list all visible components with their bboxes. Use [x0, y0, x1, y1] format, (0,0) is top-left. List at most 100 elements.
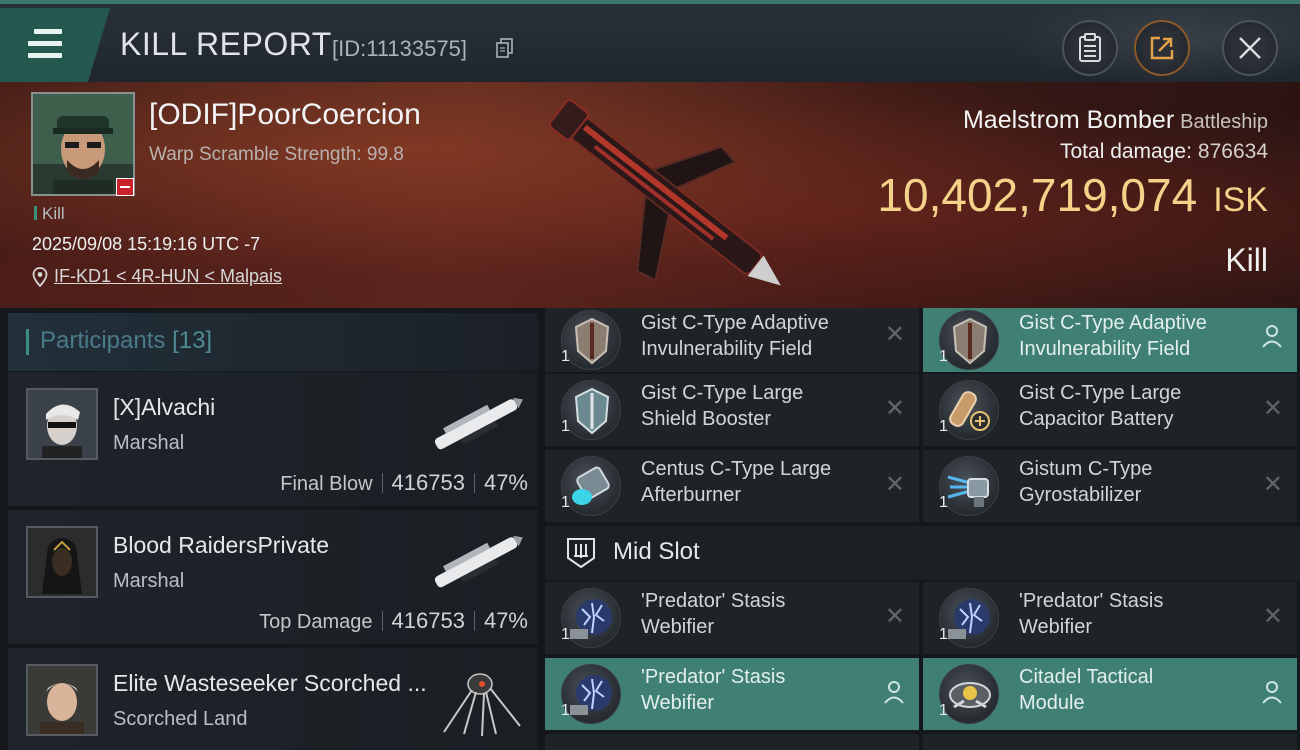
- module-name: Citadel Tactical Module: [1019, 666, 1154, 714]
- result-tag: Kill: [34, 204, 65, 224]
- participant-percent: 47%: [483, 608, 528, 633]
- participants-label: Participants: [40, 327, 166, 354]
- header-accent-bar: [26, 329, 29, 355]
- participant-stats: Final Blow 416753 47%: [280, 470, 528, 496]
- module-name: Gist C-Type Large Capacitor Battery: [1019, 382, 1182, 430]
- ship-thumbnail-icon: [434, 535, 523, 588]
- participants-title: Participants [13]: [40, 327, 212, 355]
- module-qty: 1: [561, 702, 570, 719]
- module-slot[interactable]: 1 Gist C-Type Large Shield Booster ✕: [545, 374, 919, 446]
- person-icon: [1262, 681, 1282, 704]
- clipboard-button[interactable]: [1062, 20, 1118, 76]
- victim-name[interactable]: [ODIF]PoorCoercion: [149, 98, 421, 132]
- module-slot[interactable]: 1 Gist C-Type Adaptive Invulnerability Fi…: [545, 308, 919, 372]
- module-slot[interactable]: 1 Gistum C-Type Gyrostabilizer ✕: [923, 450, 1297, 522]
- module-qty: 1: [939, 702, 948, 719]
- destroyed-x-icon: ✕: [1262, 394, 1283, 422]
- participant-tag: Final Blow: [280, 473, 373, 495]
- share-icon: [1150, 36, 1174, 60]
- ship-class: Battleship: [1180, 111, 1268, 133]
- pilot-avatar-icon: [28, 390, 96, 458]
- afterburner-icon: [561, 456, 621, 516]
- participant-row[interactable]: Blood RaidersPrivate Marshal Top Damage 4…: [8, 510, 538, 644]
- participants-panel: Participants [13] [X]Alvachi Marshal Fin…: [0, 308, 541, 750]
- clipboard-icon: [1079, 33, 1101, 62]
- module-slot[interactable]: 1 Gist C-Type Large Capacitor Battery ✕: [923, 374, 1297, 446]
- damage-label: Total damage:: [1060, 140, 1192, 163]
- person-icon: [1262, 325, 1282, 348]
- stasis-webifier-icon: [561, 664, 621, 724]
- destroyed-x-icon: ✕: [884, 320, 905, 348]
- module-slot[interactable]: 1 'Predator' Stasis Webifier ✕: [545, 582, 919, 654]
- mid-slot-header: Mid Slot: [545, 526, 1300, 580]
- tactical-module-icon: [939, 664, 999, 724]
- capacitor-battery-icon: [939, 380, 999, 440]
- ship-thumbnail-icon: [443, 673, 521, 737]
- module-qty: 1: [561, 626, 570, 643]
- destroyed-x-icon: ✕: [1262, 602, 1283, 630]
- destroyed-x-icon: ✕: [884, 394, 905, 422]
- participants-count: [13]: [172, 327, 213, 354]
- stasis-webifier-icon: [939, 588, 999, 648]
- victim-subtitle: Warp Scramble Strength: 99.8: [149, 144, 404, 165]
- module-slot-partial[interactable]: [923, 734, 1297, 750]
- isk-value: 10,402,719,074: [877, 169, 1198, 221]
- module-qty: 1: [561, 348, 570, 365]
- destroyed-x-icon: ✕: [884, 602, 905, 630]
- ship-thumbnail-icon: [434, 397, 523, 450]
- stasis-webifier-icon: [561, 588, 621, 648]
- minus-badge-icon: [116, 178, 134, 196]
- hamburger-icon: [28, 29, 62, 59]
- module-qty: 1: [561, 418, 570, 435]
- avatar: [26, 664, 98, 736]
- module-name: Gist C-Type Adaptive Invulnerability Fiel…: [1019, 312, 1207, 360]
- module-slot[interactable]: 1 Gist C-Type Adaptive Invulnerability Fi…: [923, 308, 1297, 372]
- module-qty: 1: [939, 626, 948, 643]
- pilot-avatar-icon: [28, 528, 96, 596]
- module-slot-partial[interactable]: [545, 734, 919, 750]
- destroyed-x-icon: ✕: [884, 470, 905, 498]
- participant-name: Elite Wasteseeker Scorched ...: [113, 670, 427, 696]
- participant-name: Blood RaidersPrivate: [113, 532, 330, 558]
- module-qty: 1: [939, 494, 948, 511]
- module-name: 'Predator' Stasis Webifier: [641, 666, 786, 714]
- total-damage: Total damage: 876634: [1060, 140, 1268, 164]
- participants-header[interactable]: Participants [13]: [8, 313, 538, 371]
- copy-icon[interactable]: [496, 38, 514, 58]
- module-name: Centus C-Type Large Afterburner: [641, 458, 832, 506]
- module-slot[interactable]: 1 'Predator' Stasis Webifier: [545, 658, 919, 730]
- participant-row[interactable]: [X]Alvachi Marshal Final Blow 416753 47%: [8, 372, 538, 506]
- participant-ship: Scorched Land: [113, 708, 248, 730]
- menu-button[interactable]: [0, 8, 110, 82]
- close-button[interactable]: [1222, 20, 1278, 76]
- module-qty: 1: [939, 418, 948, 435]
- participant-damage: 416753: [391, 470, 465, 495]
- share-button[interactable]: [1134, 20, 1190, 76]
- gyrostabilizer-icon: [939, 456, 999, 516]
- isk-value-line: 10,402,719,074 ISK: [877, 168, 1268, 222]
- close-icon: [1239, 37, 1261, 59]
- isk-unit: ISK: [1213, 181, 1268, 219]
- ship-name-line[interactable]: Maelstrom Bomber Battleship: [963, 106, 1268, 135]
- module-name: 'Predator' Stasis Webifier: [641, 590, 786, 638]
- page-title: KILL REPORT: [120, 26, 332, 62]
- destroyed-x-icon: ✕: [1262, 470, 1283, 498]
- location-link[interactable]: IF-KD1 < 4R-HUN < Malpais: [32, 266, 282, 287]
- participant-percent: 47%: [483, 470, 528, 495]
- participant-stats: Top Damage 416753 47%: [259, 608, 528, 634]
- shield-hardener-icon: [939, 310, 999, 370]
- participant-row[interactable]: Elite Wasteseeker Scorched ... Scorched …: [8, 648, 538, 750]
- kill-datetime: 2025/09/08 15:19:16 UTC -7: [32, 234, 261, 254]
- avatar: [26, 388, 98, 460]
- shield-booster-icon: [561, 380, 621, 440]
- module-name: Gistum C-Type Gyrostabilizer: [1019, 458, 1153, 506]
- module-slot[interactable]: 1 'Predator' Stasis Webifier ✕: [923, 582, 1297, 654]
- participant-ship: Marshal: [113, 432, 185, 454]
- module-name: Gist C-Type Adaptive Invulnerability Fiel…: [641, 312, 829, 360]
- person-icon: [884, 681, 904, 704]
- ship-name: Maelstrom Bomber: [962, 106, 1175, 134]
- avatar: [26, 526, 98, 598]
- module-slot[interactable]: 1 Citadel Tactical Module: [923, 658, 1297, 730]
- mid-slot-icon: [567, 538, 595, 569]
- module-slot[interactable]: 1 Centus C-Type Large Afterburner ✕: [545, 450, 919, 522]
